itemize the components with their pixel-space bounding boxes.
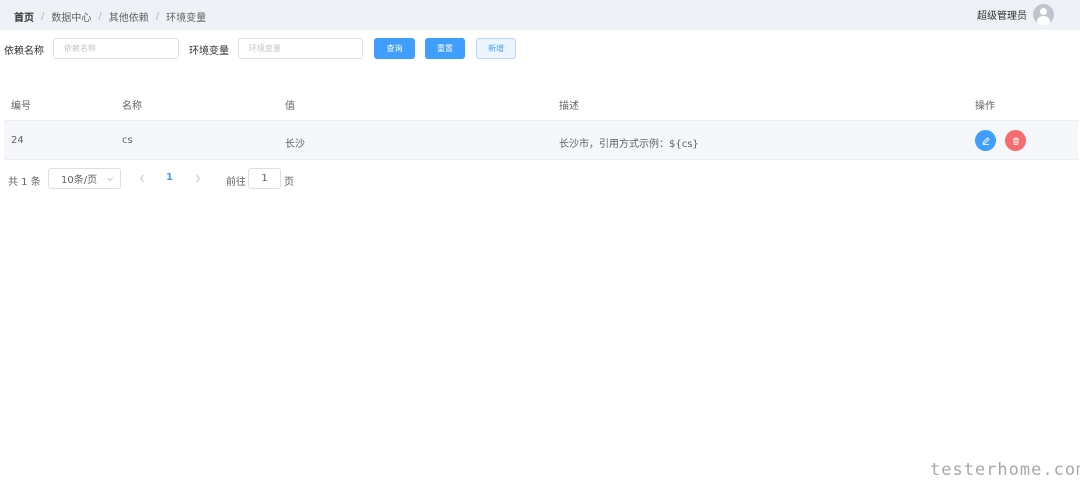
env-label: 环境变量 [189, 46, 229, 57]
dep-name-label: 依赖名称 [4, 46, 44, 57]
jump-suffix: 页 [284, 177, 294, 188]
watermark: testerhome.com [930, 460, 1080, 480]
header-desc: 描述 [559, 101, 579, 112]
cell-value: 长沙 [285, 139, 305, 150]
user-icon[interactable] [1033, 4, 1054, 25]
breadcrumb-separator: / [41, 11, 45, 22]
user-menu[interactable]: 超级管理员 [977, 4, 1054, 25]
search-form: 依赖名称 环境变量 查询 重置 新增 [0, 38, 1080, 59]
header-value: 值 [285, 101, 295, 112]
page-size-value: 10条/页 [61, 175, 98, 186]
env-table: 编号 名称 值 描述 操作 24 cs 长沙 长沙市，引用方式示例：${cs} [4, 84, 1078, 160]
add-button[interactable]: 新增 [476, 38, 516, 59]
cell-name: cs [122, 135, 133, 146]
breadcrumb-data-center[interactable]: 数据中心 [51, 9, 91, 24]
top-bar: 首页 / 数据中心 / 其他依赖 / 环境变量 超级管理员 [0, 0, 1080, 30]
next-page-icon[interactable] [194, 174, 202, 183]
header-id: 编号 [11, 101, 31, 112]
cell-desc: 长沙市，引用方式示例：${cs} [559, 139, 699, 150]
page-number[interactable]: 1 [166, 172, 173, 183]
env-input[interactable] [238, 38, 363, 59]
table-header: 编号 名称 值 描述 操作 [4, 84, 1078, 121]
trash-icon [1012, 137, 1019, 145]
jump-prefix: 前往 [226, 177, 246, 188]
query-button[interactable]: 查询 [374, 38, 415, 59]
cell-id: 24 [11, 135, 24, 146]
pencil-icon [982, 137, 989, 145]
breadcrumb-home[interactable]: 首页 [14, 9, 34, 24]
delete-button[interactable] [1005, 130, 1026, 151]
dep-name-input[interactable] [53, 38, 179, 59]
breadcrumb: 首页 / 数据中心 / 其他依赖 / 环境变量 [14, 9, 206, 24]
prev-page-icon[interactable] [138, 174, 146, 183]
breadcrumb-env-vars: 环境变量 [166, 13, 207, 24]
chevron-down-icon [107, 177, 113, 182]
breadcrumb-separator: / [98, 11, 102, 22]
reset-button[interactable]: 重置 [425, 38, 465, 59]
breadcrumb-other-deps[interactable]: 其他依赖 [109, 9, 149, 24]
breadcrumb-separator: / [155, 11, 160, 22]
header-name: 名称 [122, 101, 142, 112]
edit-button[interactable] [975, 130, 996, 151]
page-jump-input[interactable] [248, 168, 281, 189]
row-actions [975, 130, 1026, 151]
pagination: 共 1 条 10条/页 1 前往 页 [0, 168, 600, 190]
username[interactable]: 超级管理员 [977, 7, 1027, 22]
table-row[interactable]: 24 cs 长沙 长沙市，引用方式示例：${cs} [4, 121, 1078, 160]
header-ops: 操作 [975, 101, 995, 112]
page-size-select[interactable]: 10条/页 [48, 168, 121, 189]
total-count: 共 1 条 [8, 177, 41, 188]
